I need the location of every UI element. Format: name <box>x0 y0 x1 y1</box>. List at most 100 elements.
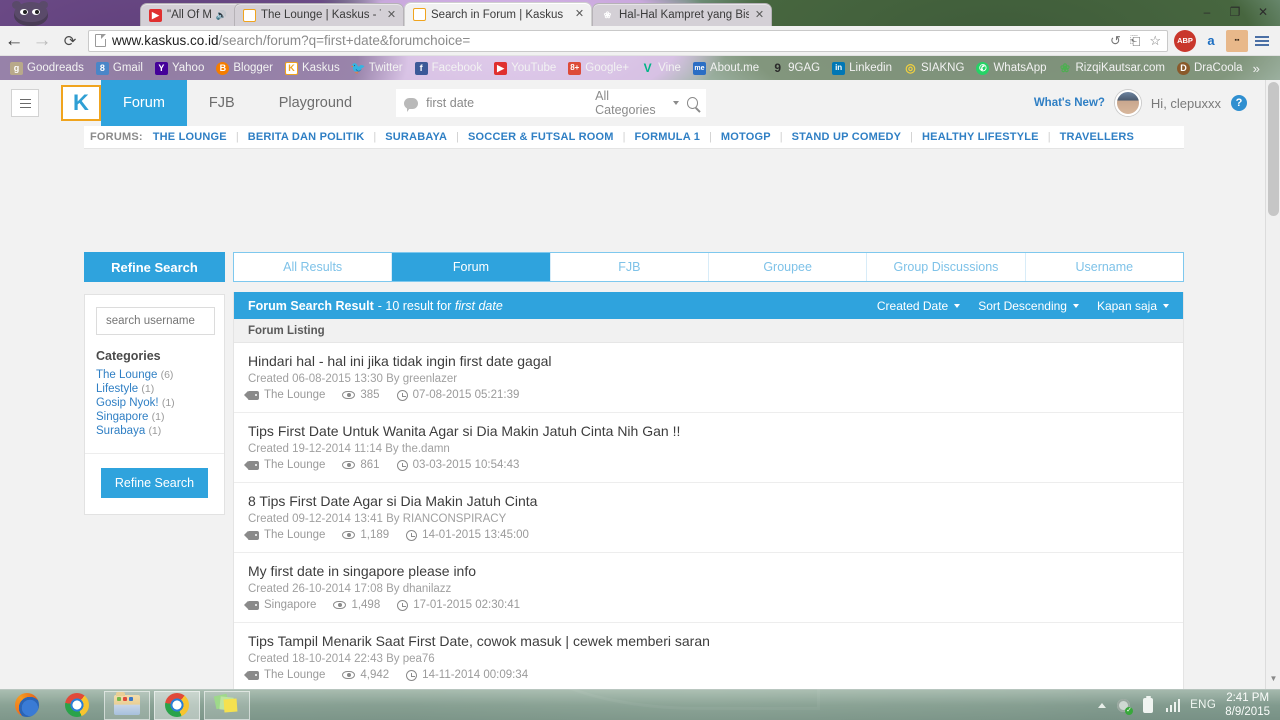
kaskus-logo[interactable]: K <box>61 85 101 121</box>
close-window-button[interactable]: ✕ <box>1250 2 1276 22</box>
close-icon[interactable]: ✕ <box>574 9 585 20</box>
clock[interactable]: 2:41 PM 8/9/2015 <box>1225 691 1270 719</box>
bookmark-item[interactable]: me About.me <box>687 60 765 77</box>
result-title[interactable]: My first date in singapore please info <box>248 563 1169 579</box>
site-menu-icon[interactable] <box>11 89 39 117</box>
bookmarks-overflow-icon[interactable]: » <box>1249 61 1264 76</box>
show-hidden-icons-icon[interactable] <box>1098 702 1107 708</box>
forums-strip-link[interactable]: FORMULA 1 <box>632 131 702 143</box>
reload-icon[interactable]: ⟳ <box>56 27 84 55</box>
forums-strip-link[interactable]: MOTOGP <box>719 131 773 143</box>
forums-strip-link[interactable]: HEALTHY LIFESTYLE <box>920 131 1041 143</box>
result-title[interactable]: Tips First Date Untuk Wanita Agar si Dia… <box>248 423 1169 439</box>
category-link[interactable]: Lifestyle <box>96 383 138 395</box>
minimize-button[interactable]: – <box>1194 2 1220 22</box>
close-icon[interactable]: ✕ <box>386 9 397 21</box>
category-link[interactable]: Gosip Nyok! <box>96 397 159 409</box>
category-link[interactable]: The Lounge <box>96 369 157 381</box>
sort-direction-dropdown[interactable]: Sort Descending <box>978 299 1079 313</box>
search-username-input[interactable] <box>96 307 215 335</box>
tab-group-discussions[interactable]: Group Discussions <box>867 253 1026 281</box>
close-icon[interactable]: ✕ <box>754 9 765 21</box>
tab-groupee[interactable]: Groupee <box>709 253 868 281</box>
bookmark-item[interactable]: ✆ WhatsApp <box>970 60 1052 77</box>
result-row[interactable]: Tips First Date Untuk Wanita Agar si Dia… <box>234 413 1183 483</box>
search-input[interactable] <box>426 96 588 110</box>
sidebar-refine-search-button[interactable]: Refine Search <box>100 468 209 498</box>
forums-strip-link[interactable]: BERITA DAN POLITIK <box>246 131 367 143</box>
search-category-dropdown[interactable]: All Categories <box>595 89 679 117</box>
category-link[interactable]: Surabaya <box>96 425 145 437</box>
firefox-taskbar-icon[interactable] <box>4 691 50 720</box>
bookmark-item[interactable]: ◎ SIAKNG <box>898 60 970 77</box>
result-title[interactable]: Hindari hal - hal ini jika tidak ingin f… <box>248 353 1169 369</box>
whats-new-link[interactable]: What's New? <box>1034 97 1105 109</box>
box-extension-icon[interactable]: ▪▪ <box>1226 29 1248 52</box>
bookmark-item[interactable]: g Goodreads <box>4 60 90 77</box>
forums-strip-link[interactable]: SURABAYA <box>383 131 449 143</box>
bookmark-item[interactable]: B Blogger <box>210 60 279 77</box>
list-item[interactable]: Surabaya (1) <box>96 425 213 437</box>
result-row[interactable]: Hindari hal - hal ini jika tidak ingin f… <box>234 343 1183 413</box>
bookmark-star-icon[interactable]: ☆ <box>1149 33 1161 49</box>
browser-tab-active[interactable]: K Search in Forum | Kaskus ✕ <box>404 2 592 26</box>
language-indicator[interactable]: ENG <box>1190 699 1216 711</box>
scroll-down-icon[interactable]: ▼ <box>1266 674 1280 689</box>
chrome-taskbar-icon[interactable] <box>54 691 100 720</box>
bookmark-item[interactable]: ▶ YouTube <box>488 60 562 77</box>
maximize-button[interactable]: ❐ <box>1222 2 1248 22</box>
list-item[interactable]: Singapore (1) <box>96 411 213 423</box>
result-forum[interactable]: Singapore <box>244 599 316 611</box>
battery-icon[interactable] <box>1140 695 1156 713</box>
browser-tab[interactable]: ❀ Hal-Hal Kampret yang Bis ✕ <box>592 3 772 26</box>
bookmark-item[interactable]: D DraCoola <box>1171 60 1249 77</box>
bookmark-item[interactable]: in Linkedin <box>826 60 898 77</box>
forums-strip-link[interactable]: SOCCER & FUTSAL ROOM <box>466 131 616 143</box>
tab-mute-icon[interactable]: 🔊 <box>216 10 227 21</box>
file-explorer-taskbar-icon[interactable] <box>104 690 150 720</box>
category-link[interactable]: Singapore <box>96 411 148 423</box>
back-icon[interactable]: ← <box>0 27 28 55</box>
result-forum[interactable]: The Lounge <box>244 459 325 471</box>
avatar[interactable] <box>1114 90 1141 116</box>
nav-tab-forum[interactable]: Forum <box>101 80 187 126</box>
result-title[interactable]: Tips Tampil Menarik Saat First Date, cow… <box>248 633 1169 649</box>
tab-fjb[interactable]: FJB <box>551 253 709 281</box>
history-icon[interactable]: ↺ <box>1110 33 1121 49</box>
forums-strip-link[interactable]: TRAVELLERS <box>1058 131 1137 143</box>
site-search-box[interactable]: All Categories <box>396 89 707 117</box>
network-icon[interactable]: ✓ <box>1115 697 1134 715</box>
signal-icon[interactable] <box>1165 697 1181 713</box>
bookmark-item[interactable]: 8+ Google+ <box>562 60 635 77</box>
list-item[interactable]: Lifestyle (1) <box>96 383 213 395</box>
tab-forum[interactable]: Forum <box>392 253 551 281</box>
sort-timeframe-dropdown[interactable]: Kapan saja <box>1097 299 1169 313</box>
bookmark-item[interactable]: 🐦 Twitter <box>346 60 409 77</box>
result-row[interactable]: My first date in singapore please info C… <box>234 553 1183 623</box>
page-scrollbar[interactable]: ▲ ▼ <box>1265 80 1280 689</box>
forums-strip-link[interactable]: THE LOUNGE <box>151 131 229 143</box>
chrome-window-taskbar-icon[interactable] <box>154 690 200 720</box>
browser-menu-icon[interactable] <box>1250 29 1274 53</box>
tab-username[interactable]: Username <box>1026 253 1183 281</box>
forward-icon[interactable]: → <box>28 27 56 55</box>
result-forum[interactable]: The Lounge <box>244 529 325 541</box>
result-forum[interactable]: The Lounge <box>244 669 325 681</box>
bookmark-item[interactable]: ❀ RizqiKautsar.com <box>1053 60 1171 77</box>
page-info-icon[interactable] <box>95 34 106 47</box>
list-item[interactable]: Gosip Nyok! (1) <box>96 397 213 409</box>
help-icon[interactable]: ? <box>1231 95 1247 111</box>
nav-tab-fjb[interactable]: FJB <box>187 80 257 126</box>
adblock-plus-icon[interactable]: ABP <box>1174 29 1196 52</box>
bookmark-item[interactable]: K Kaskus <box>279 60 346 77</box>
bookmark-item[interactable]: 8 Gmail <box>90 60 149 77</box>
result-forum[interactable]: The Lounge <box>244 389 325 401</box>
translate-icon[interactable]: ⎗ <box>1130 33 1140 49</box>
bookmark-item[interactable]: f Facebook <box>409 60 489 77</box>
amazon-assistant-icon[interactable]: a <box>1200 30 1222 52</box>
list-item[interactable]: The Lounge (6) <box>96 369 213 381</box>
browser-profile-avatar-icon[interactable] <box>8 0 52 26</box>
result-row[interactable]: 8 Tips First Date Agar si Dia Makin Jatu… <box>234 483 1183 553</box>
bookmark-item[interactable]: V Vine <box>635 60 687 77</box>
forums-strip-link[interactable]: STAND UP COMEDY <box>790 131 904 143</box>
